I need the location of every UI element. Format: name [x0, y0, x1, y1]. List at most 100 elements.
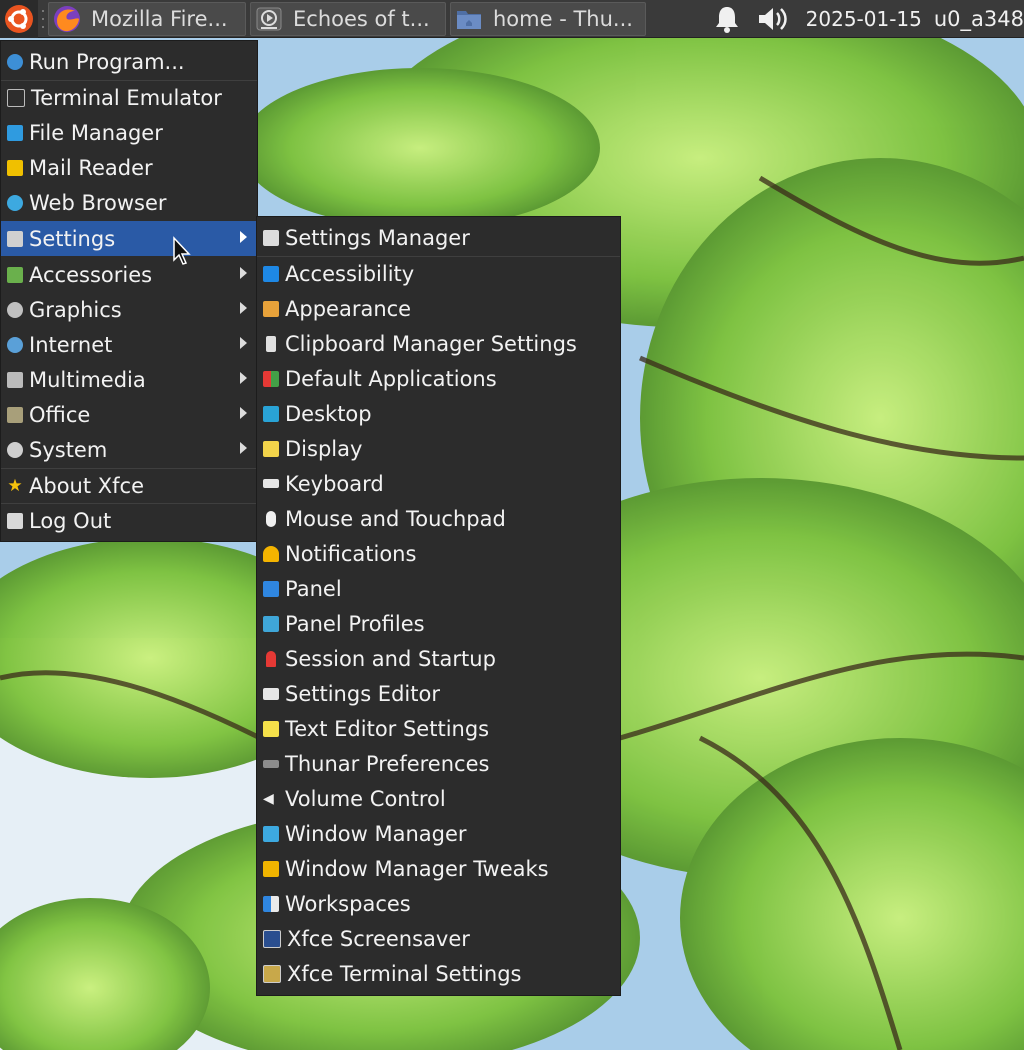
office-icon — [7, 406, 23, 423]
menu-item-office[interactable]: Office — [1, 397, 257, 432]
notification-bell-icon[interactable] — [712, 4, 742, 34]
menu-item-terminal-emulator[interactable]: Terminal Emulator — [1, 80, 257, 115]
desktop-icon — [263, 405, 279, 422]
terminal-settings-icon — [263, 964, 281, 983]
menu-item-web-browser[interactable]: Web Browser — [1, 185, 257, 220]
settings-manager-icon — [263, 229, 279, 246]
menu-item-label: Appearance — [285, 296, 412, 321]
task-media-player[interactable]: Echoes of t... — [250, 1, 446, 36]
submenu-arrow-icon — [240, 231, 247, 243]
submenu-arrow-icon — [240, 407, 247, 419]
submenu-item-window-manager-tweaks[interactable]: Window Manager Tweaks — [257, 851, 620, 886]
submenu-item-panel[interactable]: Panel — [257, 571, 620, 606]
logout-icon — [7, 512, 23, 529]
globe-icon — [7, 194, 23, 211]
menu-item-log-out[interactable]: Log Out — [1, 503, 257, 538]
submenu-item-display[interactable]: Display — [257, 431, 620, 466]
star-icon: ★ — [7, 475, 23, 496]
menu-item-label: Xfce Screensaver — [287, 926, 470, 951]
menu-item-label: File Manager — [29, 120, 163, 145]
menu-item-label: Web Browser — [29, 190, 167, 215]
firefox-icon — [54, 5, 80, 32]
settings-icon — [7, 230, 23, 247]
submenu-item-window-manager[interactable]: Window Manager — [257, 816, 620, 851]
menu-item-label: Accessibility — [285, 261, 415, 286]
submenu-arrow-icon — [240, 337, 247, 349]
task-label: Echoes of t... — [293, 6, 430, 31]
clock[interactable]: 2025-01-15 — [806, 7, 922, 31]
system-icon — [7, 441, 23, 458]
submenu-item-mouse-and-touchpad[interactable]: Mouse and Touchpad — [257, 501, 620, 536]
volume-icon[interactable] — [756, 4, 792, 34]
top-panel: Mozilla Fire... Echoes of t... home - Th… — [0, 0, 1024, 38]
submenu-item-settings-editor[interactable]: Settings Editor — [257, 676, 620, 711]
submenu-item-desktop[interactable]: Desktop — [257, 396, 620, 431]
submenu-item-session-and-startup[interactable]: Session and Startup — [257, 641, 620, 676]
menu-item-about-xfce[interactable]: ★ About Xfce — [1, 468, 257, 503]
menu-item-mail-reader[interactable]: Mail Reader — [1, 150, 257, 185]
submenu-item-thunar-preferences[interactable]: Thunar Preferences — [257, 746, 620, 781]
thunar-prefs-icon — [263, 759, 279, 768]
submenu-item-default-applications[interactable]: Default Applications — [257, 361, 620, 396]
menu-item-label: Multimedia — [29, 367, 146, 392]
submenu-item-workspaces[interactable]: Workspaces — [257, 886, 620, 921]
whisker-menu-button[interactable] — [0, 0, 38, 38]
volume-icon: ◀ — [263, 790, 274, 807]
menu-item-label: Panel — [285, 576, 342, 601]
settings-submenu: Settings Manager Accessibility Appearanc… — [256, 216, 621, 996]
menu-item-system[interactable]: System — [1, 432, 257, 467]
menu-item-label: Internet — [29, 332, 113, 357]
menu-item-label: Session and Startup — [285, 646, 496, 671]
menu-item-run-program[interactable]: Run Program... — [1, 44, 257, 79]
menu-item-label: Mail Reader — [29, 155, 153, 180]
submenu-item-clipboard-manager-settings[interactable]: Clipboard Manager Settings — [257, 326, 620, 361]
menu-item-label: Default Applications — [285, 366, 497, 391]
appearance-icon — [263, 300, 279, 317]
run-icon — [7, 53, 23, 70]
menu-item-file-manager[interactable]: File Manager — [1, 115, 257, 150]
menu-item-label: Log Out — [29, 508, 112, 533]
menu-item-label: Office — [29, 402, 91, 427]
submenu-item-keyboard[interactable]: Keyboard — [257, 466, 620, 501]
task-thunar[interactable]: home - Thu... — [450, 1, 646, 36]
submenu-arrow-icon — [240, 302, 247, 314]
submenu-item-xfce-screensaver[interactable]: Xfce Screensaver — [257, 921, 620, 956]
submenu-item-accessibility[interactable]: Accessibility — [257, 256, 620, 291]
menu-item-label: Text Editor Settings — [285, 716, 490, 741]
panel-separator — [40, 4, 46, 34]
menu-item-label: Terminal Emulator — [31, 85, 222, 110]
submenu-item-text-editor-settings[interactable]: Text Editor Settings — [257, 711, 620, 746]
menu-item-multimedia[interactable]: Multimedia — [1, 362, 257, 397]
submenu-item-volume-control[interactable]: ◀ Volume Control — [257, 781, 620, 816]
menu-item-label: System — [29, 437, 108, 462]
submenu-item-panel-profiles[interactable]: Panel Profiles — [257, 606, 620, 641]
settings-editor-icon — [263, 687, 279, 700]
accessibility-icon — [263, 265, 279, 282]
submenu-item-notifications[interactable]: Notifications — [257, 536, 620, 571]
submenu-item-xfce-terminal-settings[interactable]: Xfce Terminal Settings — [257, 956, 620, 991]
submenu-item-settings-manager[interactable]: Settings Manager — [257, 220, 620, 255]
default-apps-icon — [263, 370, 279, 387]
mail-icon — [7, 159, 23, 176]
task-firefox[interactable]: Mozilla Fire... — [48, 1, 246, 36]
menu-item-settings[interactable]: Settings — [1, 221, 257, 256]
keyboard-icon — [263, 479, 279, 488]
menu-item-accessories[interactable]: Accessories — [1, 257, 257, 292]
menu-item-graphics[interactable]: Graphics — [1, 292, 257, 327]
menu-item-label: Thunar Preferences — [285, 751, 490, 776]
mouse-icon — [266, 510, 276, 527]
menu-item-label: Settings Manager — [285, 225, 470, 250]
user-name[interactable]: u0_a348 — [934, 7, 1024, 31]
menu-item-label: Workspaces — [285, 891, 411, 916]
menu-item-label: Window Manager — [285, 821, 467, 846]
internet-icon — [7, 336, 23, 353]
panel-icon — [263, 580, 279, 597]
multimedia-icon — [7, 371, 23, 388]
menu-item-label: Notifications — [285, 541, 417, 566]
submenu-item-appearance[interactable]: Appearance — [257, 291, 620, 326]
menu-item-label: Display — [285, 436, 363, 461]
screensaver-icon — [263, 929, 281, 948]
menu-item-internet[interactable]: Internet — [1, 327, 257, 362]
submenu-arrow-icon — [240, 267, 247, 279]
submenu-arrow-icon — [240, 442, 247, 454]
